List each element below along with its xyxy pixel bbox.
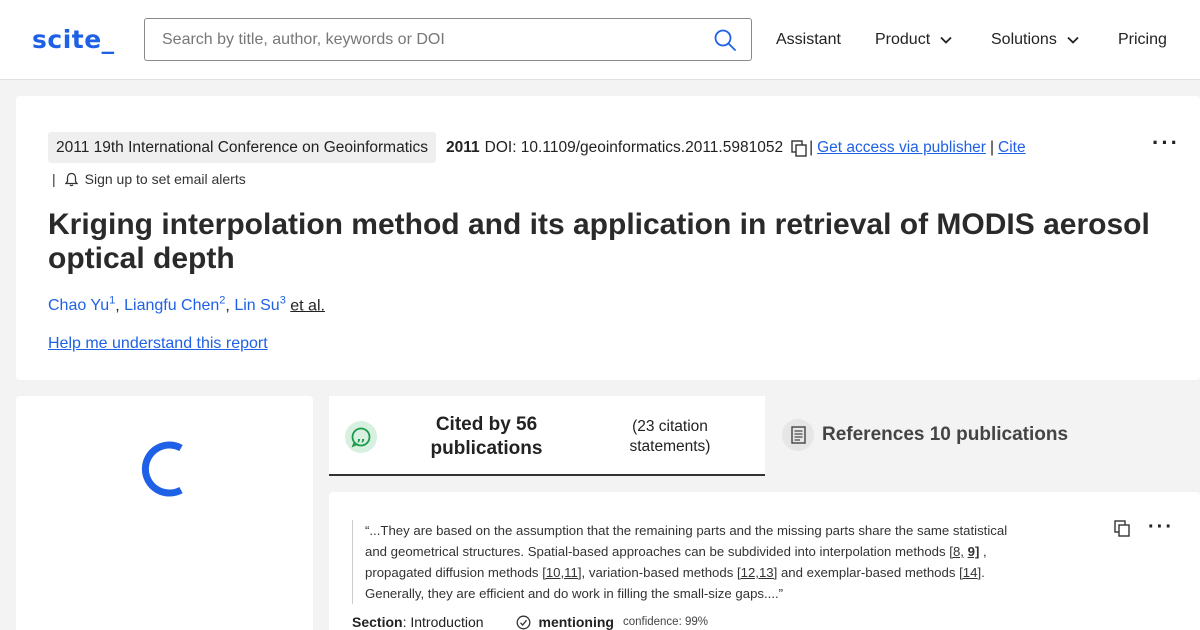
check-circle-icon <box>516 615 530 629</box>
section-label: Section <box>352 614 403 630</box>
tab-references[interactable]: References 10 publications <box>766 396 1200 476</box>
author-separator: , <box>225 297 235 315</box>
paper-title: Kriging interpolation method and its app… <box>48 208 1150 275</box>
citation-statement-card: “...They are based on the assumption tha… <box>329 492 1200 630</box>
reference-link[interactable]: [10,11] <box>542 565 581 580</box>
scite-logo[interactable]: scite_ <box>32 25 115 54</box>
document-icon <box>782 419 814 451</box>
nav-pricing-label: Pricing <box>1118 31 1167 48</box>
author-link[interactable]: Liangfu Chen2 <box>124 295 225 315</box>
separator: | <box>989 139 994 156</box>
top-navigation: scite_ Assistant Product Solutions Prici… <box>0 0 1200 80</box>
author-list: Chao Yu1, Liangfu Chen2, Lin Su3 et al. <box>48 295 325 315</box>
help-understand-link[interactable]: Help me understand this report <box>48 335 268 353</box>
email-alerts[interactable]: | Sign up to set email alerts <box>52 171 246 187</box>
author-name: Chao Yu <box>48 297 110 315</box>
reference-link[interactable]: 9] <box>968 544 980 559</box>
chevron-down-icon <box>940 36 952 44</box>
tab-cited-by[interactable]: ,, Cited by 56 publications (23 citation… <box>329 396 765 476</box>
chat-bubble-icon: ,, <box>345 421 377 453</box>
separator: | <box>52 171 56 187</box>
quote-text: and exemplar-based methods <box>777 565 960 580</box>
paper-header-card: 2011 19th International Conference on Ge… <box>16 96 1200 380</box>
author-affiliation: 3 <box>279 295 286 307</box>
author-name: Liangfu Chen <box>124 297 220 315</box>
classification-label: mentioning <box>538 614 614 630</box>
nav-assistant[interactable]: Assistant <box>776 31 841 49</box>
reference-link[interactable]: [14] <box>959 565 981 580</box>
chevron-down-icon <box>1067 36 1079 44</box>
et-al-link[interactable]: et al. <box>290 297 325 314</box>
separator: | <box>809 139 814 156</box>
quote-text: “...They are based on the assumption tha… <box>365 523 1008 559</box>
venue-badge[interactable]: 2011 19th International Conference on Ge… <box>48 132 436 163</box>
search-icon[interactable] <box>713 28 737 52</box>
loading-spinner-icon <box>141 441 183 497</box>
nav-product-label: Product <box>875 31 931 48</box>
references-label: References 10 publications <box>822 424 1069 445</box>
nav-product[interactable]: Product <box>875 31 952 49</box>
nav-solutions-label: Solutions <box>991 31 1057 48</box>
bell-icon <box>64 172 78 186</box>
publication-year: 2011 <box>446 139 480 156</box>
more-icon[interactable]: ··· <box>1152 130 1180 156</box>
nav-solutions[interactable]: Solutions <box>991 31 1079 49</box>
nav-pricing[interactable]: Pricing <box>1118 31 1167 49</box>
citation-statements-count: (23 citation statements) <box>629 418 711 455</box>
cited-by-count: Cited by 56 publications <box>430 414 543 459</box>
reference-link[interactable]: [12,13] <box>737 565 777 580</box>
email-alerts-label: Sign up to set email alerts <box>84 171 246 187</box>
doi-text: DOI: 10.1109/geoinformatics.2011.5981052 <box>484 139 784 156</box>
sidebar-card <box>16 396 313 630</box>
more-icon[interactable]: ··· <box>1148 516 1174 539</box>
get-access-link[interactable]: Get access via publisher <box>817 139 986 157</box>
copy-icon[interactable] <box>1114 520 1130 537</box>
citation-quote: “...They are based on the assumption tha… <box>352 520 1012 604</box>
copy-icon[interactable] <box>791 139 807 157</box>
quote-text: , variation-based methods <box>581 565 737 580</box>
nav-assistant-label: Assistant <box>776 31 841 48</box>
confidence-label: confidence: 99% <box>622 616 708 628</box>
cite-link[interactable]: Cite <box>998 139 1026 157</box>
author-link[interactable]: Chao Yu1 <box>48 295 115 315</box>
citation-meta: Section : Introduction mentioning confid… <box>352 614 708 630</box>
search-box[interactable] <box>144 18 752 61</box>
paper-meta: 2011 DOI: 10.1109/geoinformatics.2011.59… <box>446 139 1030 157</box>
author-separator: , <box>115 297 125 315</box>
reference-link[interactable]: [8, <box>949 544 964 559</box>
search-input[interactable] <box>145 19 705 60</box>
section-value: : Introduction <box>402 614 484 630</box>
author-name: Lin Su <box>234 297 280 315</box>
svg-text:,,: ,, <box>357 431 365 444</box>
author-link[interactable]: Lin Su3 <box>234 295 286 315</box>
